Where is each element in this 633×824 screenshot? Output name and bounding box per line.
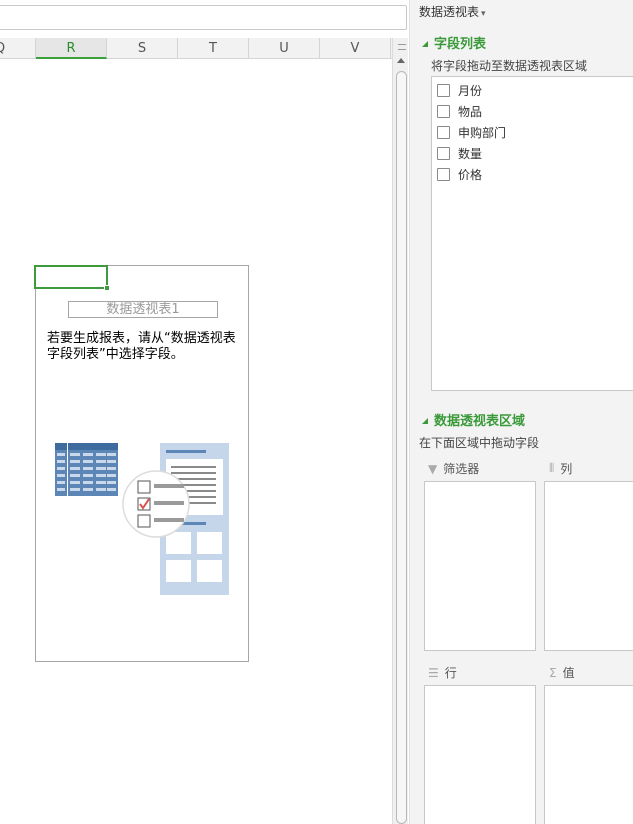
columns-area-label: ⦀ 列 — [549, 460, 572, 477]
pivot-areas-heading: 数据透视表区域 — [434, 414, 526, 429]
columns-drop-zone[interactable] — [544, 481, 633, 651]
field-checkbox[interactable] — [437, 167, 450, 181]
field-list-section-header[interactable]: 字段列表 — [422, 33, 486, 52]
rows-label: 行 — [444, 666, 457, 680]
values-label: 值 — [562, 666, 575, 680]
field-checkbox[interactable] — [437, 125, 450, 139]
column-header-u[interactable]: U — [249, 38, 320, 59]
column-header-q[interactable]: Q — [0, 38, 36, 59]
column-header-s[interactable]: S — [107, 38, 178, 59]
split-grip-icon[interactable] — [398, 44, 406, 50]
scrollbar-thumb[interactable] — [396, 71, 407, 824]
pivot-illustration-icon — [55, 443, 229, 595]
field-list-box[interactable]: 月份 物品 申购部门 数量 价格 — [431, 76, 633, 391]
field-item-price[interactable]: 价格 — [437, 165, 482, 183]
field-label: 物品 — [458, 104, 483, 119]
pivot-table-name: 数据透视表1 — [68, 301, 218, 318]
pivot-areas-section-header[interactable]: 数据透视表区域 — [422, 410, 525, 429]
field-list-heading: 字段列表 — [434, 37, 487, 52]
field-item-department[interactable]: 申购部门 — [437, 123, 506, 141]
field-label: 数量 — [458, 146, 483, 161]
filter-icon: ▼ — [428, 461, 438, 476]
pivot-table-workspace: Q R S T U V 数据透视表1 若要生成报表，请从“数据透视表字段列表”中… — [0, 0, 633, 824]
rows-drop-zone[interactable] — [424, 685, 536, 824]
filter-label: 筛选器 — [443, 462, 480, 476]
panel-title: 数据透视表 — [419, 5, 480, 19]
column-header-t[interactable]: T — [178, 38, 249, 59]
formula-bar-input[interactable] — [0, 5, 407, 30]
field-item-quantity[interactable]: 数量 — [437, 144, 482, 162]
column-header-v[interactable]: V — [320, 38, 391, 59]
pivot-table-hint: 若要生成报表，请从“数据透视表字段列表”中选择字段。 — [47, 331, 236, 362]
sigma-icon: Σ — [549, 665, 557, 680]
panel-title-dropdown[interactable]: 数据透视表 ▾ — [419, 3, 486, 20]
filter-area-label: ▼ 筛选器 — [428, 460, 479, 477]
rows-area-label: ☰ 行 — [428, 664, 457, 681]
field-list-subtitle: 将字段拖动至数据透视表区域 — [431, 59, 588, 73]
values-area-label: Σ值 — [549, 664, 575, 681]
field-label: 月份 — [458, 83, 483, 98]
scroll-up-icon[interactable] — [397, 58, 405, 63]
pivot-table-panel: 数据透视表 ▾ 字段列表 将字段拖动至数据透视表区域 月份 物品 申购部门 数量 … — [409, 0, 633, 824]
field-label: 申购部门 — [458, 125, 507, 140]
field-checkbox[interactable] — [437, 146, 450, 160]
pivot-areas-subtitle: 在下面区域中拖动字段 — [419, 436, 540, 450]
field-item-month[interactable]: 月份 — [437, 81, 482, 99]
chevron-down-icon: ▾ — [481, 9, 486, 19]
field-label: 价格 — [458, 167, 483, 182]
filter-drop-zone[interactable] — [424, 481, 536, 651]
column-header-r[interactable]: R — [36, 38, 107, 59]
selected-cell[interactable] — [34, 265, 108, 289]
collapse-triangle-icon — [422, 418, 428, 424]
values-drop-zone[interactable] — [544, 685, 633, 824]
column-headers: Q R S T U V — [0, 38, 392, 59]
columns-label: 列 — [560, 462, 573, 476]
fill-handle[interactable] — [104, 285, 110, 291]
field-item-item[interactable]: 物品 — [437, 102, 482, 120]
rows-icon: ☰ — [428, 665, 439, 680]
columns-icon: ⦀ — [549, 461, 555, 475]
vertical-scrollbar[interactable] — [392, 38, 408, 824]
field-checkbox[interactable] — [437, 83, 450, 97]
field-checkbox[interactable] — [437, 104, 450, 118]
spreadsheet-area[interactable]: Q R S T U V 数据透视表1 若要生成报表，请从“数据透视表字段列表”中… — [0, 0, 407, 824]
collapse-triangle-icon — [422, 41, 428, 47]
